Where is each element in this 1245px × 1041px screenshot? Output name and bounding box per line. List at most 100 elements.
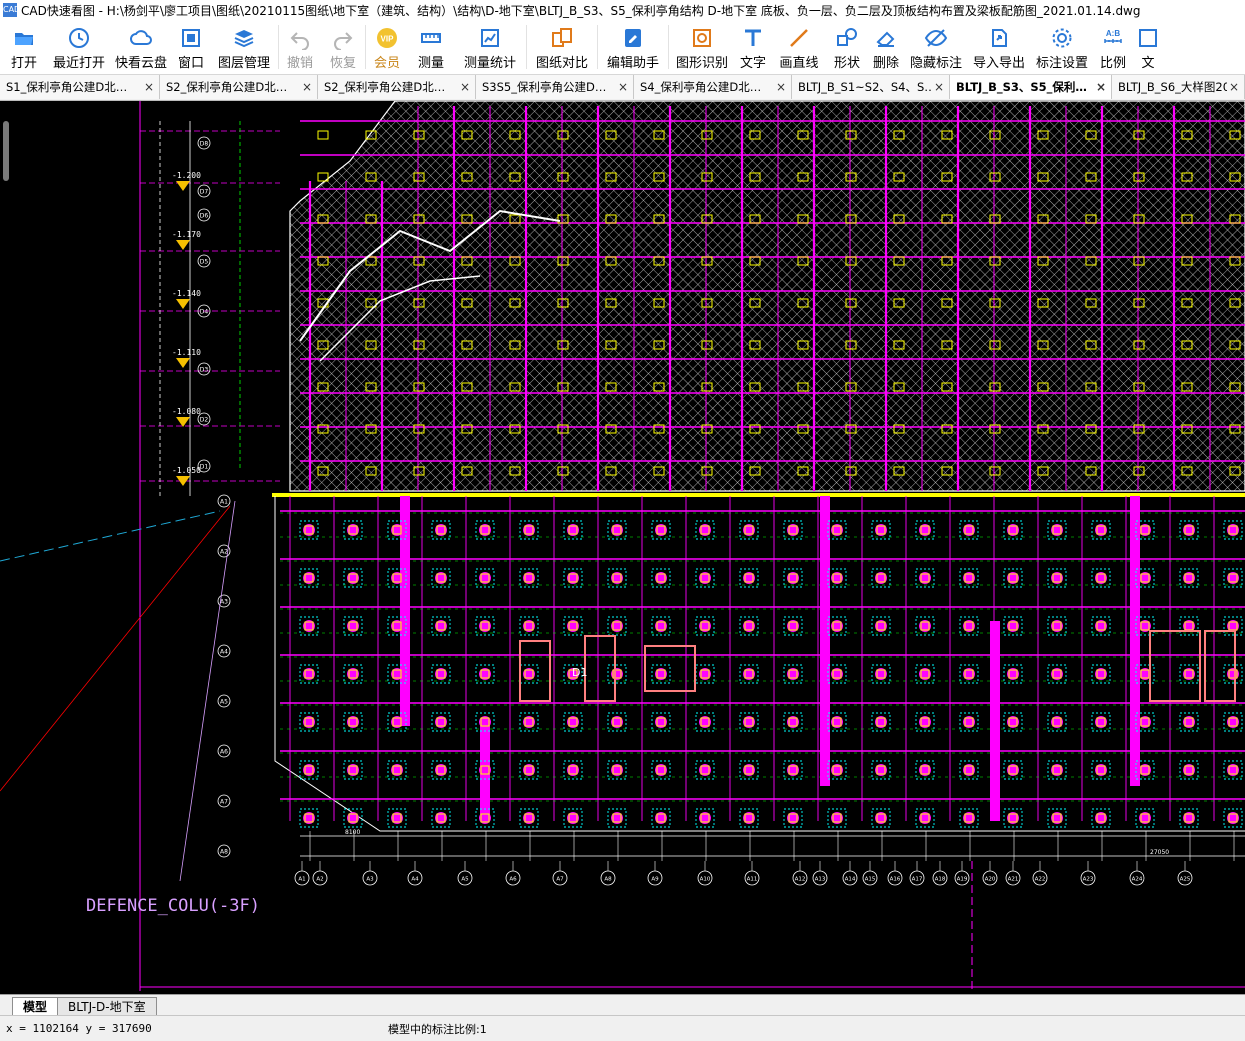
core-outline (584, 635, 616, 702)
document-tab[interactable]: BLTJ_B_S6_大样图202…× (1112, 75, 1245, 99)
toolbar-button-text-more[interactable]: 文 (1133, 20, 1163, 74)
document-tab[interactable]: BLTJ_B_S1~S2、S4、S… × (792, 75, 950, 99)
toolbar-button-compare[interactable]: 图纸对比 (527, 20, 597, 74)
toolbar-button-settings-gear[interactable]: 标注设置 (1031, 20, 1093, 74)
axis-bubble-label: D4 (200, 309, 209, 316)
axis-bubble-label: D5 (200, 259, 209, 266)
layers-icon (234, 30, 254, 48)
toolbar-button-shapes[interactable]: 形状 (827, 20, 867, 74)
toolbar-button-redo[interactable]: 恢复 (321, 20, 365, 74)
document-tab[interactable]: BLTJ_B_S3、S5_保利… × (950, 75, 1112, 99)
toolbar-button-ruler[interactable]: 测量 (408, 20, 454, 74)
toolbar-label: 标注设置 (1035, 56, 1088, 71)
toolbar-button-hide-eye[interactable]: 隐藏标注 (905, 20, 967, 74)
axis-bubble-label: A12 (795, 877, 806, 883)
cloud-icon (130, 30, 152, 45)
cad-drawing-canvas[interactable]: -1.200 -1.170 -1.140 -1.110 -1.080 -1.050 D8 D7… (0, 101, 1245, 994)
toolbar-button-eraser[interactable]: 删除 (867, 20, 905, 74)
axis-bubble-label: A7 (556, 877, 564, 883)
axis-bubble-label: D6 (200, 213, 209, 220)
toolbar-button-layers[interactable]: 图层管理 (210, 20, 278, 74)
toolbar-button-recent-clock[interactable]: 最近打开 (48, 20, 110, 74)
document-tab[interactable]: S3S5_保利亭角公建D… × (476, 75, 634, 99)
toolbar-label: 编辑助手 (606, 56, 659, 71)
axis-bubble-label: D8 (200, 141, 209, 148)
axis-bubble-label: A2 (316, 877, 323, 883)
tab-close-icon[interactable]: × (1227, 80, 1241, 94)
toolbar-button-text-t[interactable]: 文字 (735, 20, 771, 74)
toolbar-button-line[interactable]: 画直线 (771, 20, 827, 74)
layout-tab-sheet[interactable]: BLTJ-D-地下室 (57, 997, 157, 1015)
text-more-icon (1139, 29, 1157, 47)
axis-bubble-label: A9 (651, 877, 659, 883)
document-tab[interactable]: S4_保利亭角公建D北… × (634, 75, 792, 99)
tab-label: S4_保利亭角公建D北… (640, 80, 762, 94)
tab-close-icon[interactable]: × (932, 80, 946, 94)
elevation-label: -1.080 (172, 407, 201, 416)
tab-label: S2_保利亭角公建D北… (166, 80, 288, 94)
shear-wall (990, 621, 1000, 821)
toolbar-button-edit-assistant[interactable]: 编辑助手 (598, 20, 668, 74)
toolbar-label: 快看云盘 (114, 56, 167, 71)
toolbar-button-undo[interactable]: 撤销 (279, 20, 321, 74)
tab-close-icon[interactable]: × (774, 80, 788, 94)
axis-bubble-label: A16 (890, 877, 901, 883)
axis-bubble-label: A20 (985, 877, 996, 883)
elevation-label: -1.110 (172, 348, 201, 357)
tab-label: BLTJ_B_S3、S5_保利… (956, 80, 1087, 94)
axis-bubble-label: A4 (220, 649, 228, 656)
axis-bubble-label: D7 (200, 189, 209, 196)
tab-close-icon[interactable]: × (458, 80, 472, 94)
layout-tab-bar: 模型 BLTJ-D-地下室 (0, 994, 1245, 1015)
tab-label: S2_保利亭角公建D北… (324, 80, 446, 94)
elevation-triangle-icon (176, 299, 190, 309)
toolbar-button-scale-ab[interactable]: A:B 比例 (1093, 20, 1133, 74)
axis-bubble-label: A15 (865, 877, 876, 883)
tab-label: BLTJ_B_S6_大样图202… (1118, 80, 1227, 94)
axis-bubble-label: A6 (509, 877, 517, 883)
redo-icon (334, 32, 353, 50)
basement-outline (274, 496, 1245, 832)
window-icon (182, 29, 200, 47)
toolbar-label: 比例 (1099, 56, 1126, 71)
wall-line (272, 493, 1245, 497)
axis-bubble-label: A7 (220, 799, 228, 806)
axis-bubble-label: A22 (1035, 877, 1046, 883)
tab-close-icon[interactable]: × (142, 80, 156, 94)
toolbar-button-import-export[interactable]: 导入导出 (967, 20, 1031, 74)
window-title: CAD快速看图 - H:\杨剑平\廖工项目\图纸\20210115图纸\地下室（… (21, 3, 1141, 18)
toolbar-label: 导入导出 (972, 56, 1025, 71)
tab-close-icon[interactable]: × (1094, 80, 1108, 94)
tab-close-icon[interactable]: × (300, 80, 314, 94)
document-tab[interactable]: S1_保利亭角公建D北… × (0, 75, 160, 99)
layout-tab-model[interactable]: 模型 (12, 997, 59, 1015)
toolbar-button-cloud[interactable]: 快看云盘 (110, 20, 172, 74)
document-tab[interactable]: S2_保利亭角公建D北… × (160, 75, 318, 99)
toolbar-button-vip[interactable]: VIP 会员 (366, 20, 408, 74)
tab-close-icon[interactable]: × (616, 80, 630, 94)
toolbar-button-folder-open[interactable]: 打开 (0, 20, 48, 74)
canvas-scroll-handle[interactable] (3, 121, 9, 181)
measure-stats-icon (481, 29, 499, 47)
shear-wall (820, 496, 830, 786)
toolbar-label: 画直线 (779, 56, 819, 71)
import-export-icon (992, 29, 1007, 47)
axis-bubble-label: A24 (1132, 877, 1143, 883)
toolbar-label: 图形识别 (675, 56, 728, 71)
toolbar-button-shape-recognition[interactable]: 图形识别 (669, 20, 735, 74)
axis-bubble-label: D3 (200, 367, 209, 374)
scale-ab-icon: A:B (1104, 29, 1122, 43)
svg-text:VIP: VIP (381, 35, 395, 44)
document-tab[interactable]: S2_保利亭角公建D北… × (318, 75, 476, 99)
toolbar-button-measure-stats[interactable]: 测量统计 (454, 20, 526, 74)
shape-recognition-icon (693, 29, 711, 47)
toolbar-label: 会员 (373, 56, 400, 71)
toolbar-label: 打开 (10, 56, 37, 71)
elevation-label: -1.170 (172, 230, 201, 239)
elevation-triangle-icon (176, 240, 190, 250)
toolbar-button-window[interactable]: 窗口 (172, 20, 210, 74)
settings-gear-icon (1052, 28, 1072, 48)
folder-open-icon (15, 33, 33, 45)
axis-bubble-label: A8 (604, 877, 612, 883)
toolbar-label: 文字 (739, 56, 766, 71)
